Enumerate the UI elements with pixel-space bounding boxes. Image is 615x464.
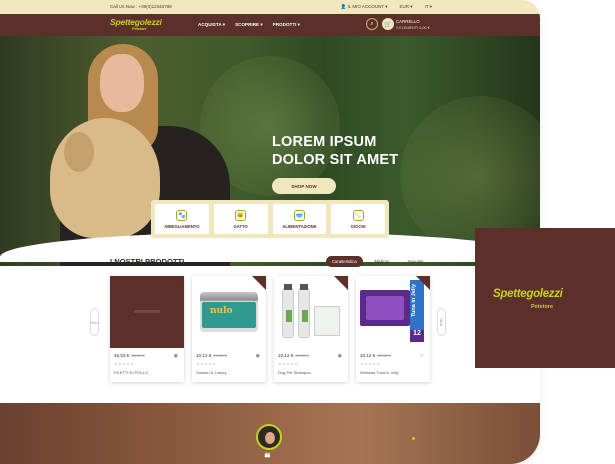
- product-card[interactable]: nulo 10,12 €20,00 € ◉ ★★★★★ Salmon & Tur…: [192, 276, 266, 382]
- rating-stars: ★★★★★: [278, 361, 299, 366]
- quick-view-icon[interactable]: ◉: [174, 353, 178, 359]
- product-old-price: 20,00 €: [295, 353, 309, 358]
- brand-name: Spettegolezzi: [493, 288, 563, 300]
- page: { "topbar": { "phone": "Call Us Now : +3…: [0, 0, 615, 464]
- product-name[interactable]: Dog Pet Shampoo: [278, 370, 311, 375]
- box-window: [366, 296, 404, 320]
- testimonial-avatar: [256, 424, 282, 450]
- rating-stars: ★★★★★: [196, 361, 217, 366]
- product-placeholder-mark: [134, 310, 160, 313]
- currency-select[interactable]: EUR ▾: [400, 4, 413, 10]
- search-icon[interactable]: ⌕: [366, 18, 378, 30]
- toy-icon: 🦴: [352, 209, 364, 221]
- nav-item-prodotti[interactable]: PRODOTTI ▾: [273, 22, 300, 28]
- cat-icon: 🐱: [235, 209, 247, 221]
- category-gatto[interactable]: 🐱 GATTO: [213, 204, 268, 234]
- brand-sub: Petstore: [531, 304, 554, 310]
- product-image[interactable]: [110, 276, 184, 348]
- tab-migliore[interactable]: Migliore: [369, 256, 396, 267]
- hero-dog: [50, 118, 160, 238]
- cart-icon[interactable]: 🛒: [382, 18, 394, 30]
- pack-count: 12: [410, 330, 424, 342]
- product-name[interactable]: Salmon & Turkey: [196, 370, 226, 375]
- site-logo[interactable]: Spettegolezzi Petstore: [110, 17, 162, 31]
- hero-dog-ear: [64, 132, 94, 172]
- account-menu[interactable]: 👤 IL MIO ACCOUNT ▾: [341, 4, 388, 10]
- bottle-cap: [300, 284, 308, 290]
- category-abbigliamento[interactable]: 🐾 ABBIGLIAMENTO: [155, 204, 209, 234]
- product-old-price: 50,00 €: [131, 353, 145, 358]
- product-tabs: Caratteristica Migliore Speciale: [326, 256, 429, 267]
- quote-icon: ❝: [264, 451, 271, 464]
- product-price: 49,03 €: [114, 353, 130, 358]
- quick-view-icon[interactable]: ◉: [256, 353, 260, 359]
- tuna-label: Tuna in Jelly: [411, 284, 417, 317]
- shop-now-button[interactable]: SHOP NOW: [272, 178, 336, 194]
- nav-item-scoprire[interactable]: SCOPRIRE ▾: [235, 22, 263, 28]
- website-screenshot: Call Us Now : +39(0)12345789 👤 IL MIO AC…: [0, 0, 540, 464]
- user-icon: 👤: [340, 4, 348, 9]
- can-brand: nulo: [210, 306, 233, 316]
- category-alimentazione[interactable]: 🥣 ALIMENTAZIONE: [272, 204, 327, 234]
- brand-logo-tile: Spettegolezzi Petstore: [475, 228, 615, 368]
- product-price: 10,12 €: [278, 353, 294, 358]
- hero-person-face: [100, 54, 144, 112]
- avatar-face: [265, 432, 275, 444]
- product-price: 10,12 €: [360, 353, 376, 358]
- nav-item-acquista[interactable]: ACQUISTA ▾: [198, 22, 225, 28]
- bottle-label: [302, 310, 308, 322]
- top-bar: Call Us Now : +39(0)12345789 👤 IL MIO AC…: [0, 0, 540, 14]
- main-nav: ACQUISTA ▾ SCOPRIRE ▾ PRODOTTI ▾: [198, 22, 300, 28]
- hero-title: LOREM IPSUM DOLOR SIT AMET: [272, 134, 399, 168]
- bottle-label: [286, 310, 292, 322]
- product-card[interactable]: Tuna in Jelly 12 10,12 €20,00 € ☆ ★★★★★ …: [356, 276, 430, 382]
- tab-speciale[interactable]: Speciale: [401, 256, 429, 267]
- category-bar: 🐾 ABBIGLIAMENTO 🐱 GATTO 🥣 ALIMENTAZIONE …: [151, 200, 389, 238]
- cart-summary[interactable]: CARRELLO 0 ELEMENTI 0,00 €: [396, 19, 430, 31]
- rating-stars: ★★★★★: [360, 361, 381, 366]
- rating-stars: ★★★★★: [114, 361, 135, 366]
- slider-dot[interactable]: [412, 437, 415, 440]
- shampoo-box: [314, 306, 340, 336]
- phone-contact[interactable]: Call Us Now : +39(0)12345789: [110, 4, 172, 9]
- bowl-icon: 🥣: [293, 209, 305, 221]
- category-giochi[interactable]: 🦴 GIOCHI: [331, 204, 385, 234]
- cart-count: 0 ELEMENTI 0,00 €: [396, 26, 430, 30]
- product-name[interactable]: FILETTI DI POLLO: [114, 370, 148, 375]
- product-image[interactable]: Tuna in Jelly 12: [356, 276, 430, 348]
- carousel-next-button[interactable]: Next: [437, 308, 446, 336]
- paw-icon: 🐾: [176, 209, 188, 221]
- main-header: Spettegolezzi Petstore ACQUISTA ▾ SCOPRI…: [0, 14, 540, 36]
- product-old-price: 20,00 €: [213, 353, 227, 358]
- bottle-cap: [284, 284, 292, 290]
- product-old-price: 20,00 €: [377, 353, 391, 358]
- wishlist-icon[interactable]: ☆: [420, 353, 424, 359]
- product-image[interactable]: [274, 276, 348, 348]
- product-name[interactable]: Whiskas Tuna in Jelly: [360, 370, 398, 375]
- carousel-prev-button[interactable]: Prev: [90, 308, 99, 336]
- products-title: I NOSTRI PRODOTTI: [110, 257, 185, 266]
- product-image[interactable]: nulo: [192, 276, 266, 348]
- product-price: 10,12 €: [196, 353, 212, 358]
- quick-view-icon[interactable]: ◉: [338, 353, 342, 359]
- product-card[interactable]: 10,12 €20,00 € ◉ ★★★★★ Dog Pet Shampoo: [274, 276, 348, 382]
- tab-caratteristica[interactable]: Caratteristica: [326, 256, 363, 267]
- product-card[interactable]: 49,03 €50,00 € ◉ ★★★★★ FILETTI DI POLLO: [110, 276, 184, 382]
- language-select[interactable]: IT ▾: [425, 4, 432, 10]
